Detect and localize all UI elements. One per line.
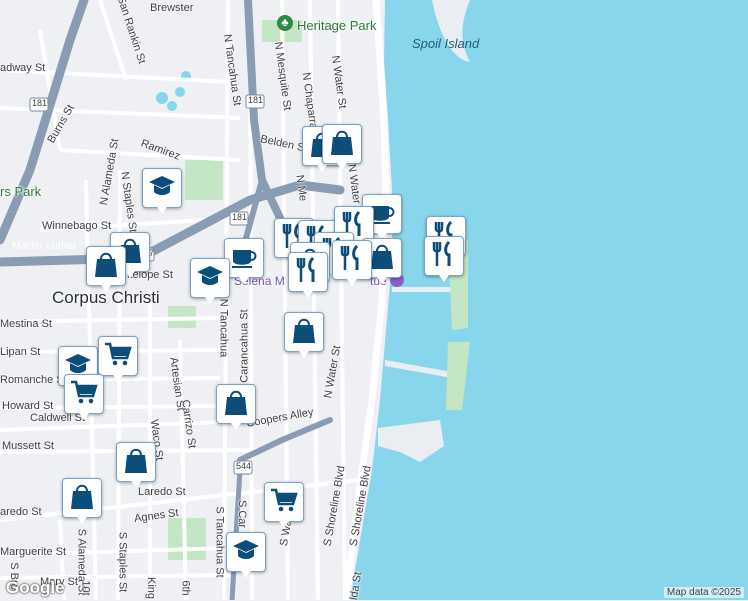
street-label: 10t xyxy=(79,580,92,596)
map-marker-graduation-cap[interactable] xyxy=(226,532,266,578)
street-label: aredo St xyxy=(0,506,42,518)
map-attribution[interactable]: Map data ©2025 xyxy=(663,587,744,598)
map-marker-restaurant[interactable] xyxy=(288,252,328,298)
highway-shield-181: 181 xyxy=(32,98,48,108)
street-label: 6th xyxy=(179,580,192,596)
map-marker-shopping-bag[interactable] xyxy=(322,124,362,170)
street-label: Mussett St xyxy=(2,440,54,452)
street-label: Howard St xyxy=(2,400,54,412)
shopping-bag-icon xyxy=(121,445,151,480)
map-marker-shopping-cart[interactable] xyxy=(98,336,138,382)
street-label: S Car xyxy=(236,499,249,529)
street-label: adway St xyxy=(0,62,46,74)
park-icon: ♣ xyxy=(277,15,293,31)
map-marker-restaurant[interactable] xyxy=(332,240,372,286)
restaurant-icon xyxy=(293,255,323,290)
highway-shield-181: 181 xyxy=(232,212,248,222)
street-label: Carancahua St xyxy=(238,309,251,383)
shopping-bag-icon xyxy=(221,387,251,422)
google-logo[interactable]: Google xyxy=(6,578,65,598)
shopping-bag-icon xyxy=(327,127,357,162)
street-label: S Staples St xyxy=(116,531,129,593)
map-marker-shopping-cart[interactable] xyxy=(64,374,104,420)
street-label: S Tancahua St xyxy=(213,506,226,578)
graduation-cap-icon xyxy=(195,261,225,296)
shopping-cart-icon xyxy=(69,377,99,412)
map-marker-shopping-bag[interactable] xyxy=(116,442,156,488)
shopping-cart-icon xyxy=(269,485,299,520)
map-marker-graduation-cap[interactable] xyxy=(142,168,182,214)
street-label: Winnebago St xyxy=(42,220,112,232)
graduation-cap-icon xyxy=(147,171,177,206)
street-label: Brewster xyxy=(150,2,194,14)
map-marker-shopping-bag[interactable] xyxy=(62,478,102,524)
street-label: Romanche St xyxy=(0,374,67,386)
coffee-cup-icon xyxy=(229,241,259,276)
restaurant-icon xyxy=(429,239,459,274)
street-label: King xyxy=(145,576,158,600)
map-marker-restaurant[interactable] xyxy=(424,236,464,282)
map-marker-coffee-cup[interactable] xyxy=(224,238,264,284)
map-marker-shopping-bag[interactable] xyxy=(216,384,256,430)
shopping-bag-icon xyxy=(91,249,121,284)
park-label-heritage[interactable]: Heritage Park xyxy=(297,18,376,33)
bay-water xyxy=(350,0,748,600)
map-marker-shopping-bag[interactable] xyxy=(86,246,126,292)
highway-shield-181: 181 xyxy=(248,95,264,105)
map-marker-shopping-bag[interactable] xyxy=(284,312,324,358)
water-label-spoil-island: Spoil Island xyxy=(412,36,480,51)
map-marker-graduation-cap[interactable] xyxy=(190,258,230,304)
map-marker-shopping-cart[interactable] xyxy=(264,482,304,528)
street-label: Martin Luther xyxy=(12,240,77,252)
street-label: Laredo St xyxy=(138,486,186,498)
restaurant-icon xyxy=(337,243,367,278)
graduation-cap-icon xyxy=(231,535,261,570)
street-label: Marguerite St xyxy=(0,546,67,558)
shopping-bag-icon xyxy=(67,481,97,516)
park-label[interactable]: rs Park xyxy=(0,184,41,199)
shopping-bag-icon xyxy=(289,315,319,350)
street-label: Lipan St xyxy=(0,346,41,358)
highway-shield-544: 544 xyxy=(236,461,252,471)
shopping-cart-icon xyxy=(103,339,133,374)
street-label: Mestina St xyxy=(0,318,52,330)
street-label: N Tancahua xyxy=(217,298,230,358)
